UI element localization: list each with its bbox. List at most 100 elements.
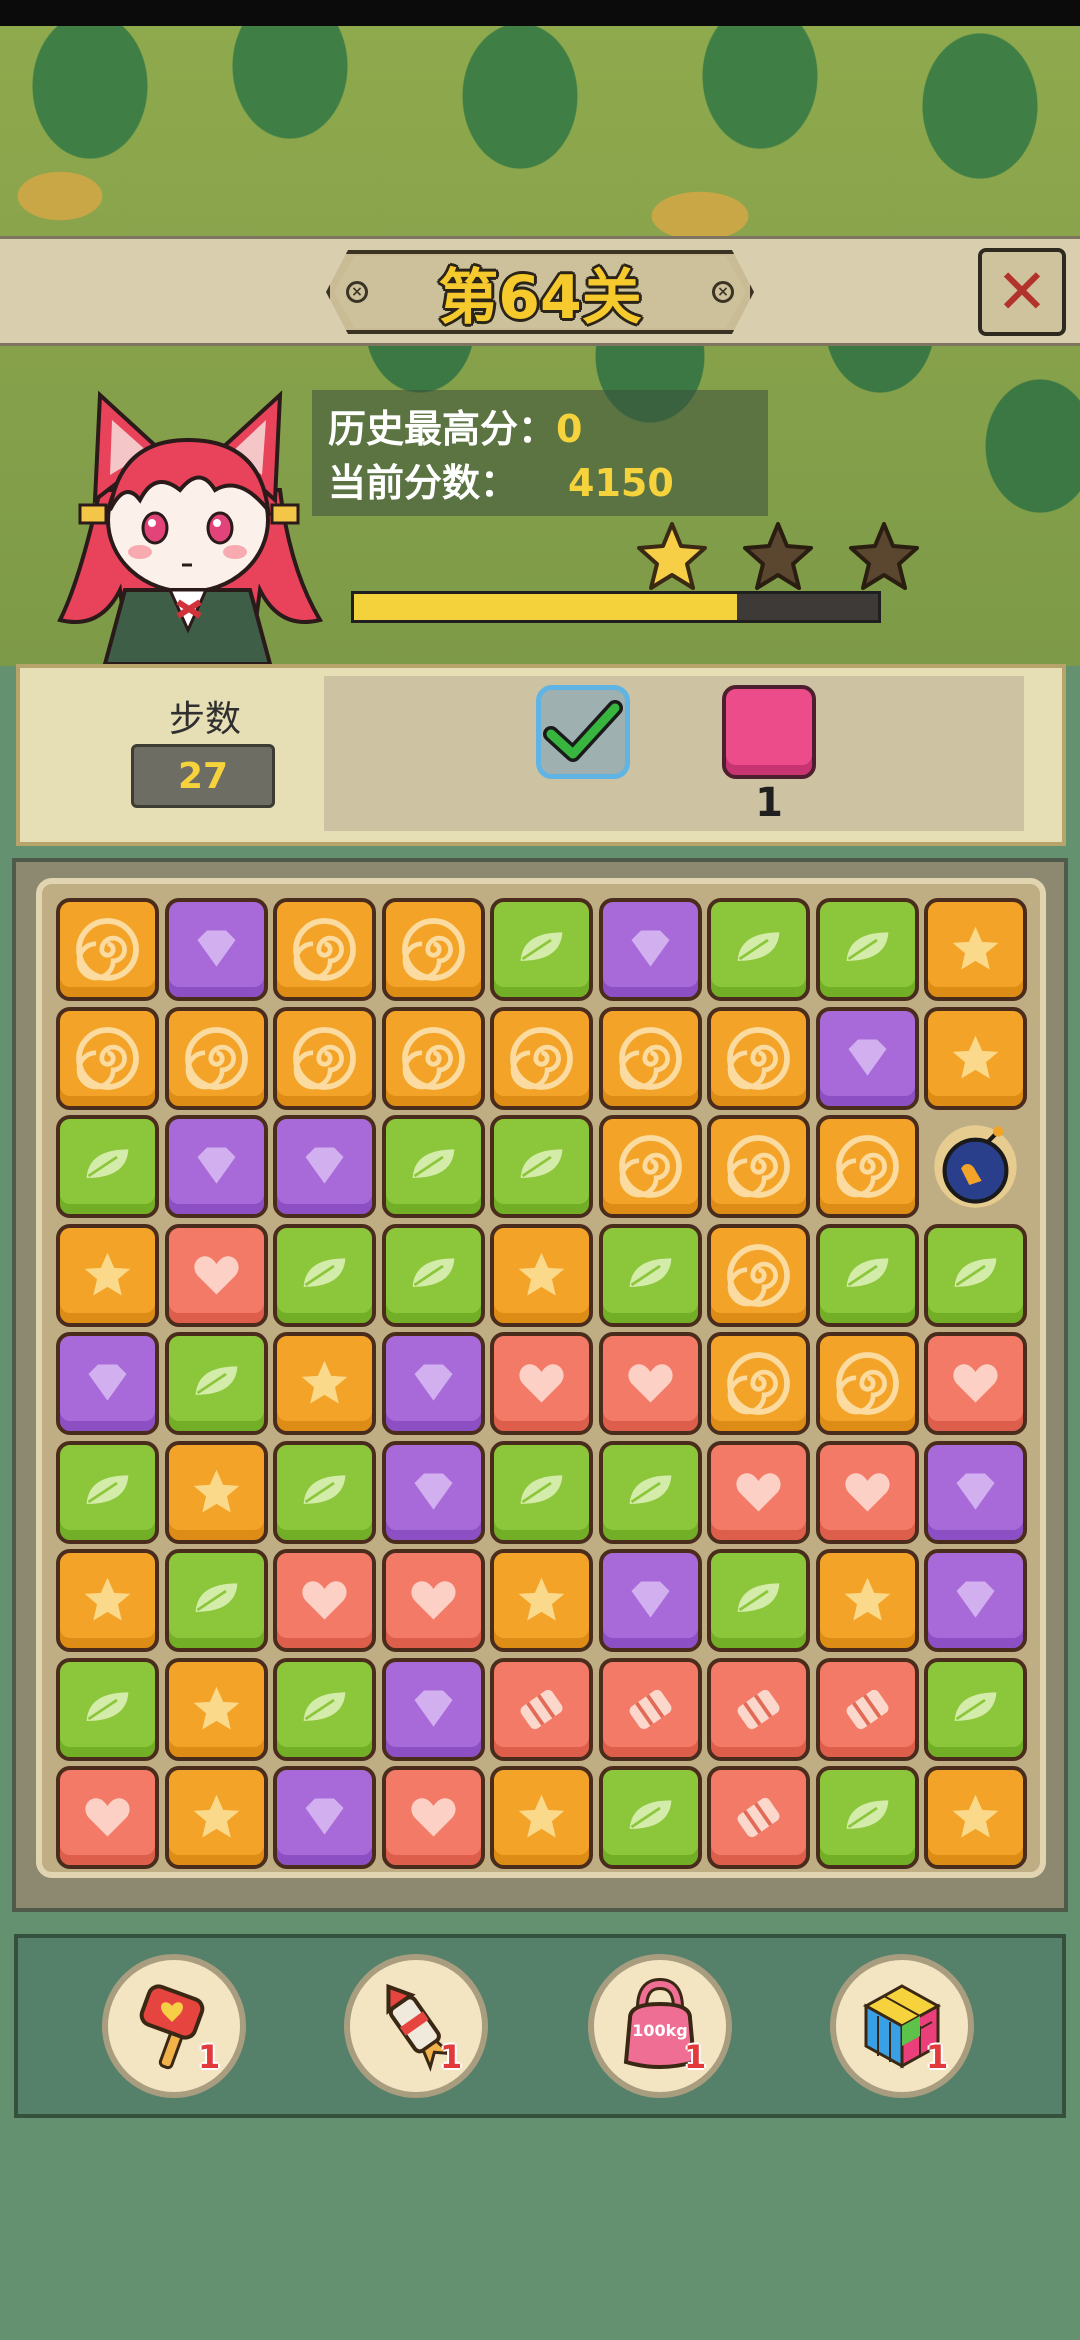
purple-gem-tile[interactable] — [924, 1549, 1027, 1652]
purple-gem-tile[interactable] — [56, 1332, 159, 1435]
orange-swirl-tile[interactable] — [381, 898, 485, 1001]
candy-block-tile[interactable] — [490, 1657, 593, 1761]
red-heart-tile[interactable] — [164, 1223, 268, 1327]
red-heart-tile[interactable] — [815, 1440, 919, 1544]
green-leaf-tile[interactable] — [56, 1657, 159, 1761]
star-icon-empty — [849, 522, 919, 590]
purple-gem-tile[interactable] — [273, 1115, 376, 1218]
yellow-star-tile[interactable] — [815, 1549, 919, 1652]
green-leaf-tile[interactable] — [924, 1223, 1027, 1327]
orange-swirl-tile[interactable] — [273, 1006, 376, 1110]
green-leaf-tile[interactable] — [598, 1440, 702, 1544]
red-heart-tile[interactable] — [273, 1549, 376, 1652]
bomb-tile[interactable] — [924, 1115, 1027, 1218]
red-heart-tile[interactable] — [707, 1440, 810, 1544]
green-leaf-tile[interactable] — [164, 1549, 268, 1652]
status-bar — [0, 0, 1080, 26]
green-leaf-tile[interactable] — [273, 1223, 376, 1327]
purple-gem-tile[interactable] — [598, 898, 702, 1001]
candy-block-tile[interactable] — [598, 1657, 702, 1761]
yellow-star-tile[interactable] — [924, 1006, 1027, 1110]
red-heart-tile[interactable] — [598, 1332, 702, 1435]
purple-gem-tile[interactable] — [273, 1766, 376, 1869]
green-leaf-tile[interactable] — [56, 1115, 159, 1218]
score-progress-fill — [354, 594, 737, 620]
green-leaf-tile[interactable] — [490, 898, 593, 1001]
green-leaf-tile[interactable] — [924, 1657, 1027, 1761]
orange-swirl-tile[interactable] — [815, 1332, 919, 1435]
best-score-value: 0 — [556, 407, 583, 451]
yellow-star-tile[interactable] — [56, 1549, 159, 1652]
purple-gem-tile[interactable] — [381, 1657, 485, 1761]
green-leaf-tile[interactable] — [815, 1223, 919, 1327]
purple-gem-tile[interactable] — [381, 1332, 485, 1435]
yellow-star-tile[interactable] — [164, 1440, 268, 1544]
hammer-booster-button[interactable]: 1 — [102, 1954, 246, 2098]
green-leaf-tile[interactable] — [381, 1223, 485, 1327]
green-leaf-tile[interactable] — [490, 1440, 593, 1544]
yellow-star-tile[interactable] — [164, 1657, 268, 1761]
green-leaf-tile[interactable] — [598, 1766, 702, 1869]
current-score-row: 当前分数： 4150 — [328, 452, 674, 507]
orange-swirl-tile[interactable] — [707, 1332, 810, 1435]
booster-count: 1 — [198, 2038, 221, 2076]
screw-icon: × — [346, 281, 368, 303]
yellow-star-tile[interactable] — [490, 1223, 593, 1327]
yellow-star-tile[interactable] — [56, 1223, 159, 1327]
green-leaf-tile[interactable] — [815, 1766, 919, 1869]
green-leaf-tile[interactable] — [381, 1115, 485, 1218]
rainbow-cube-booster-button[interactable]: 1 — [830, 1954, 974, 2098]
rocket-booster-button[interactable]: 1 — [344, 1954, 488, 2098]
star-icon-earned — [637, 522, 707, 590]
red-heart-tile[interactable] — [381, 1549, 485, 1652]
orange-swirl-tile[interactable] — [381, 1006, 485, 1110]
candy-block-tile[interactable] — [707, 1766, 810, 1869]
yellow-star-tile[interactable] — [490, 1766, 593, 1869]
yellow-star-tile[interactable] — [924, 1766, 1027, 1869]
orange-swirl-tile[interactable] — [815, 1115, 919, 1218]
orange-swirl-tile[interactable] — [164, 1006, 268, 1110]
orange-swirl-tile[interactable] — [273, 898, 376, 1001]
yellow-star-tile[interactable] — [490, 1549, 593, 1652]
green-leaf-tile[interactable] — [707, 1549, 810, 1652]
close-button[interactable]: ✕ — [978, 248, 1066, 336]
steps-counter: 27 — [131, 744, 275, 808]
orange-swirl-tile[interactable] — [707, 1006, 810, 1110]
green-leaf-tile[interactable] — [815, 898, 919, 1001]
purple-gem-tile[interactable] — [924, 1440, 1027, 1544]
orange-swirl-tile[interactable] — [598, 1115, 702, 1218]
yellow-star-tile[interactable] — [164, 1766, 268, 1869]
red-heart-tile[interactable] — [490, 1332, 593, 1435]
orange-swirl-tile[interactable] — [707, 1223, 810, 1327]
orange-swirl-tile[interactable] — [707, 1115, 810, 1218]
purple-gem-tile[interactable] — [164, 898, 268, 1001]
green-leaf-tile[interactable] — [598, 1223, 702, 1327]
orange-swirl-tile[interactable] — [56, 1006, 159, 1110]
green-leaf-tile[interactable] — [273, 1657, 376, 1761]
yellow-star-tile[interactable] — [924, 898, 1027, 1001]
orange-swirl-tile[interactable] — [56, 898, 159, 1001]
green-leaf-tile[interactable] — [273, 1440, 376, 1544]
red-heart-tile[interactable] — [924, 1332, 1027, 1435]
close-icon: ✕ — [996, 255, 1048, 328]
goal-item-count: 1 — [755, 780, 783, 826]
orange-swirl-tile[interactable] — [490, 1006, 593, 1110]
red-heart-tile[interactable] — [381, 1766, 485, 1869]
green-leaf-tile[interactable] — [56, 1440, 159, 1544]
candy-block-tile[interactable] — [815, 1657, 919, 1761]
purple-gem-tile[interactable] — [164, 1115, 268, 1218]
purple-gem-tile[interactable] — [815, 1006, 919, 1110]
green-leaf-tile[interactable] — [707, 898, 810, 1001]
score-progress-bar — [351, 591, 881, 623]
orange-swirl-tile[interactable] — [598, 1006, 702, 1110]
purple-gem-tile[interactable] — [598, 1549, 702, 1652]
screw-icon: × — [712, 281, 734, 303]
green-leaf-tile[interactable] — [490, 1115, 593, 1218]
red-heart-tile[interactable] — [56, 1766, 159, 1869]
purple-gem-tile[interactable] — [381, 1440, 485, 1544]
star-icon-empty — [743, 522, 813, 590]
candy-block-tile[interactable] — [707, 1657, 810, 1761]
green-leaf-tile[interactable] — [164, 1332, 268, 1435]
yellow-star-tile[interactable] — [273, 1332, 376, 1435]
weight-booster-button[interactable]: 100kg 1 — [588, 1954, 732, 2098]
